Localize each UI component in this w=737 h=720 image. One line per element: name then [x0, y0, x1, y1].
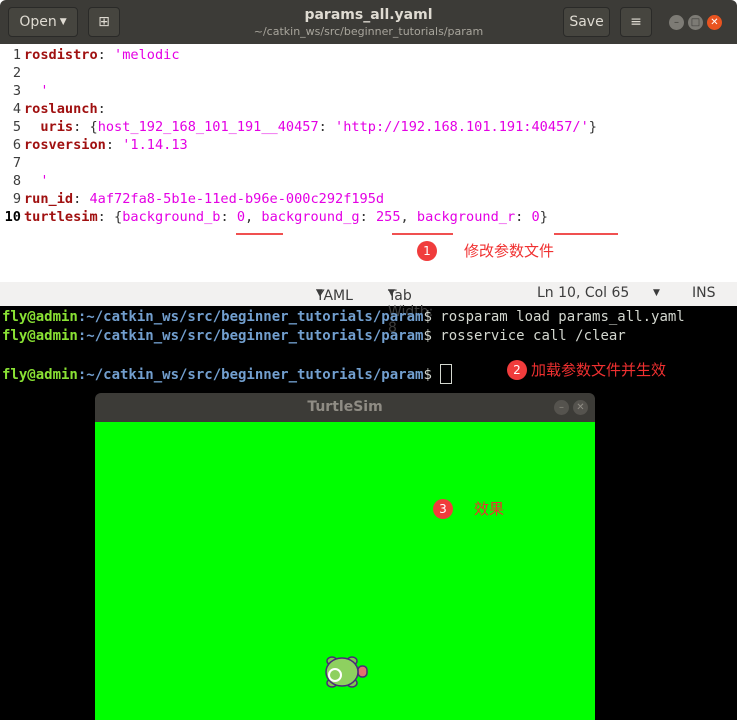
- line-number: 4: [12, 101, 21, 117]
- yaml-value: 0: [531, 209, 540, 225]
- cursor-position[interactable]: Ln 10, Col 65: [537, 285, 629, 301]
- code-line[interactable]: 5 uris: {host_192_168_101_191__40457: 'h…: [0, 118, 597, 136]
- yaml-value: background_r: [416, 209, 516, 225]
- yaml-value: 'http://192.168.101.191:40457/': [335, 119, 589, 135]
- yaml-punctuation: }: [588, 119, 597, 135]
- code-line[interactable]: 2: [0, 64, 597, 82]
- line-number: 7: [12, 155, 21, 171]
- terminal-command: rosservice call /clear: [440, 328, 626, 344]
- yaml-value: '1.14.13: [122, 137, 188, 153]
- yaml-value: 0: [236, 209, 246, 225]
- terminal-cursor: [440, 364, 453, 384]
- yaml-value: background_g: [261, 209, 360, 225]
- terminal-line: fly@admin:~/catkin_ws/src/beginner_tutor…: [2, 364, 453, 384]
- chevron-down-icon[interactable]: ▼: [653, 288, 660, 298]
- terminal-user: fly@admin: [2, 367, 78, 383]
- yaml-punctuation: }: [539, 209, 548, 225]
- hamburger-menu-icon: ≡: [630, 14, 642, 30]
- yaml-key: turtlesim: [24, 209, 98, 225]
- yaml-punctuation: :: [97, 101, 106, 117]
- line-number: 6: [12, 137, 21, 153]
- code-line[interactable]: 7: [0, 154, 597, 172]
- underline-mark: [554, 233, 618, 235]
- annotation-badge-2: 2: [507, 360, 527, 380]
- line-number: 2: [12, 65, 21, 81]
- yaml-punctuation: :: [318, 119, 336, 135]
- terminal-path: :~/catkin_ws/src/beginner_tutorials/para…: [77, 367, 424, 383]
- chevron-down-icon: ▼: [388, 288, 395, 298]
- turtlesim-title: TurtleSim: [307, 399, 383, 415]
- yaml-value: ': [24, 83, 49, 99]
- yaml-punctuation: [24, 118, 40, 136]
- insert-mode: INS: [692, 285, 716, 301]
- code-area[interactable]: 1 rosdistro: 'melodic 2 3 ' 4 roslaunch:5 uri…: [0, 46, 597, 226]
- yaml-value: host_192_168_101_191__40457: [97, 119, 319, 135]
- annotation-badge-3: 3: [433, 499, 453, 519]
- terminal-command: rosparam load params_all.yaml: [440, 309, 685, 325]
- yaml-key: rosversion: [24, 137, 106, 153]
- turtlesim-canvas: 3 效果: [95, 422, 595, 720]
- underline-mark: [392, 233, 453, 235]
- yaml-value: 4af72fa8-5b1e-11ed-b96e-000c292f195d: [89, 191, 385, 207]
- code-line[interactable]: 6 rosversion: '1.14.13: [0, 136, 597, 154]
- yaml-punctuation: : {: [97, 209, 123, 225]
- yaml-key: run_id: [24, 191, 74, 207]
- line-number: 9: [12, 191, 21, 207]
- annotation-text-3: 效果: [474, 500, 505, 518]
- annotation-badge-1: 1: [417, 241, 437, 261]
- maximize-button[interactable]: □: [688, 15, 703, 30]
- yaml-value: 255: [375, 209, 401, 225]
- yaml-punctuation: :: [105, 137, 123, 153]
- code-line[interactable]: 10 turtlesim: {background_b: 0, backgroun…: [0, 208, 597, 226]
- annotation-text-1: 修改参数文件: [464, 242, 555, 260]
- code-line[interactable]: 4 roslaunch:: [0, 100, 597, 118]
- yaml-key: uris: [40, 119, 74, 135]
- yaml-punctuation: ,: [245, 209, 262, 225]
- yaml-key: rosdistro: [24, 47, 98, 63]
- close-button[interactable]: ✕: [707, 15, 722, 30]
- close-button[interactable]: ✕: [573, 400, 588, 415]
- yaml-value: 'melodic: [114, 47, 180, 63]
- terminal-user: fly@admin: [2, 309, 78, 325]
- yaml-value: ': [24, 173, 49, 189]
- yaml-value: background_b: [122, 209, 221, 225]
- terminal-line: fly@admin:~/catkin_ws/src/beginner_tutor…: [2, 309, 685, 325]
- terminal-path: :~/catkin_ws/src/beginner_tutorials/para…: [77, 328, 424, 344]
- annotation-text-2: 加载参数文件并生效: [531, 361, 667, 379]
- code-line[interactable]: 9 run_id: 4af72fa8-5b1e-11ed-b96e-000c292…: [0, 190, 597, 208]
- text-editor-window: Open ▼ ⊞ params_all.yaml ~/catkin_ws/src/…: [0, 0, 737, 336]
- yaml-punctuation: :: [73, 191, 90, 207]
- yaml-punctuation: : {: [73, 119, 98, 135]
- terminal-prompt: $: [423, 309, 441, 325]
- terminal-line: fly@admin:~/catkin_ws/src/beginner_tutor…: [2, 328, 626, 344]
- turtle-icon: [325, 656, 368, 688]
- line-number: 8: [12, 173, 21, 189]
- chevron-down-icon: ▼: [316, 288, 323, 298]
- status-bar: YAML ▼ Tab Width: 8 ▼ Ln 10, Col 65 ▼ IN…: [0, 282, 737, 336]
- menu-button[interactable]: ≡: [620, 7, 652, 37]
- turtlesim-window: TurtleSim – ✕ 3 效果: [95, 393, 595, 720]
- terminal-user: fly@admin: [2, 328, 78, 344]
- code-line[interactable]: 3 ': [0, 82, 597, 100]
- line-number: 5: [12, 119, 21, 135]
- code-line[interactable]: 1 rosdistro: 'melodic: [0, 46, 597, 64]
- code-line[interactable]: 8 ': [0, 172, 597, 190]
- yaml-punctuation: ,: [400, 209, 417, 225]
- underline-mark: [236, 233, 283, 235]
- minimize-button[interactable]: –: [669, 15, 684, 30]
- terminal-prompt: $: [423, 328, 441, 344]
- editor-header-bar: Open ▼ ⊞ params_all.yaml ~/catkin_ws/src/…: [0, 0, 737, 44]
- yaml-key: roslaunch: [24, 101, 98, 117]
- line-number: 3: [12, 83, 21, 99]
- terminal-path: :~/catkin_ws/src/beginner_tutorials/para…: [77, 309, 424, 325]
- line-number: 10: [4, 209, 21, 225]
- line-number: 1: [12, 47, 21, 63]
- yaml-punctuation: :: [515, 209, 532, 225]
- save-button[interactable]: Save: [563, 7, 610, 37]
- yaml-punctuation: :: [97, 47, 115, 63]
- yaml-punctuation: :: [359, 209, 376, 225]
- minimize-button[interactable]: –: [554, 400, 569, 415]
- terminal-prompt: $: [423, 367, 441, 383]
- yaml-punctuation: :: [220, 209, 237, 225]
